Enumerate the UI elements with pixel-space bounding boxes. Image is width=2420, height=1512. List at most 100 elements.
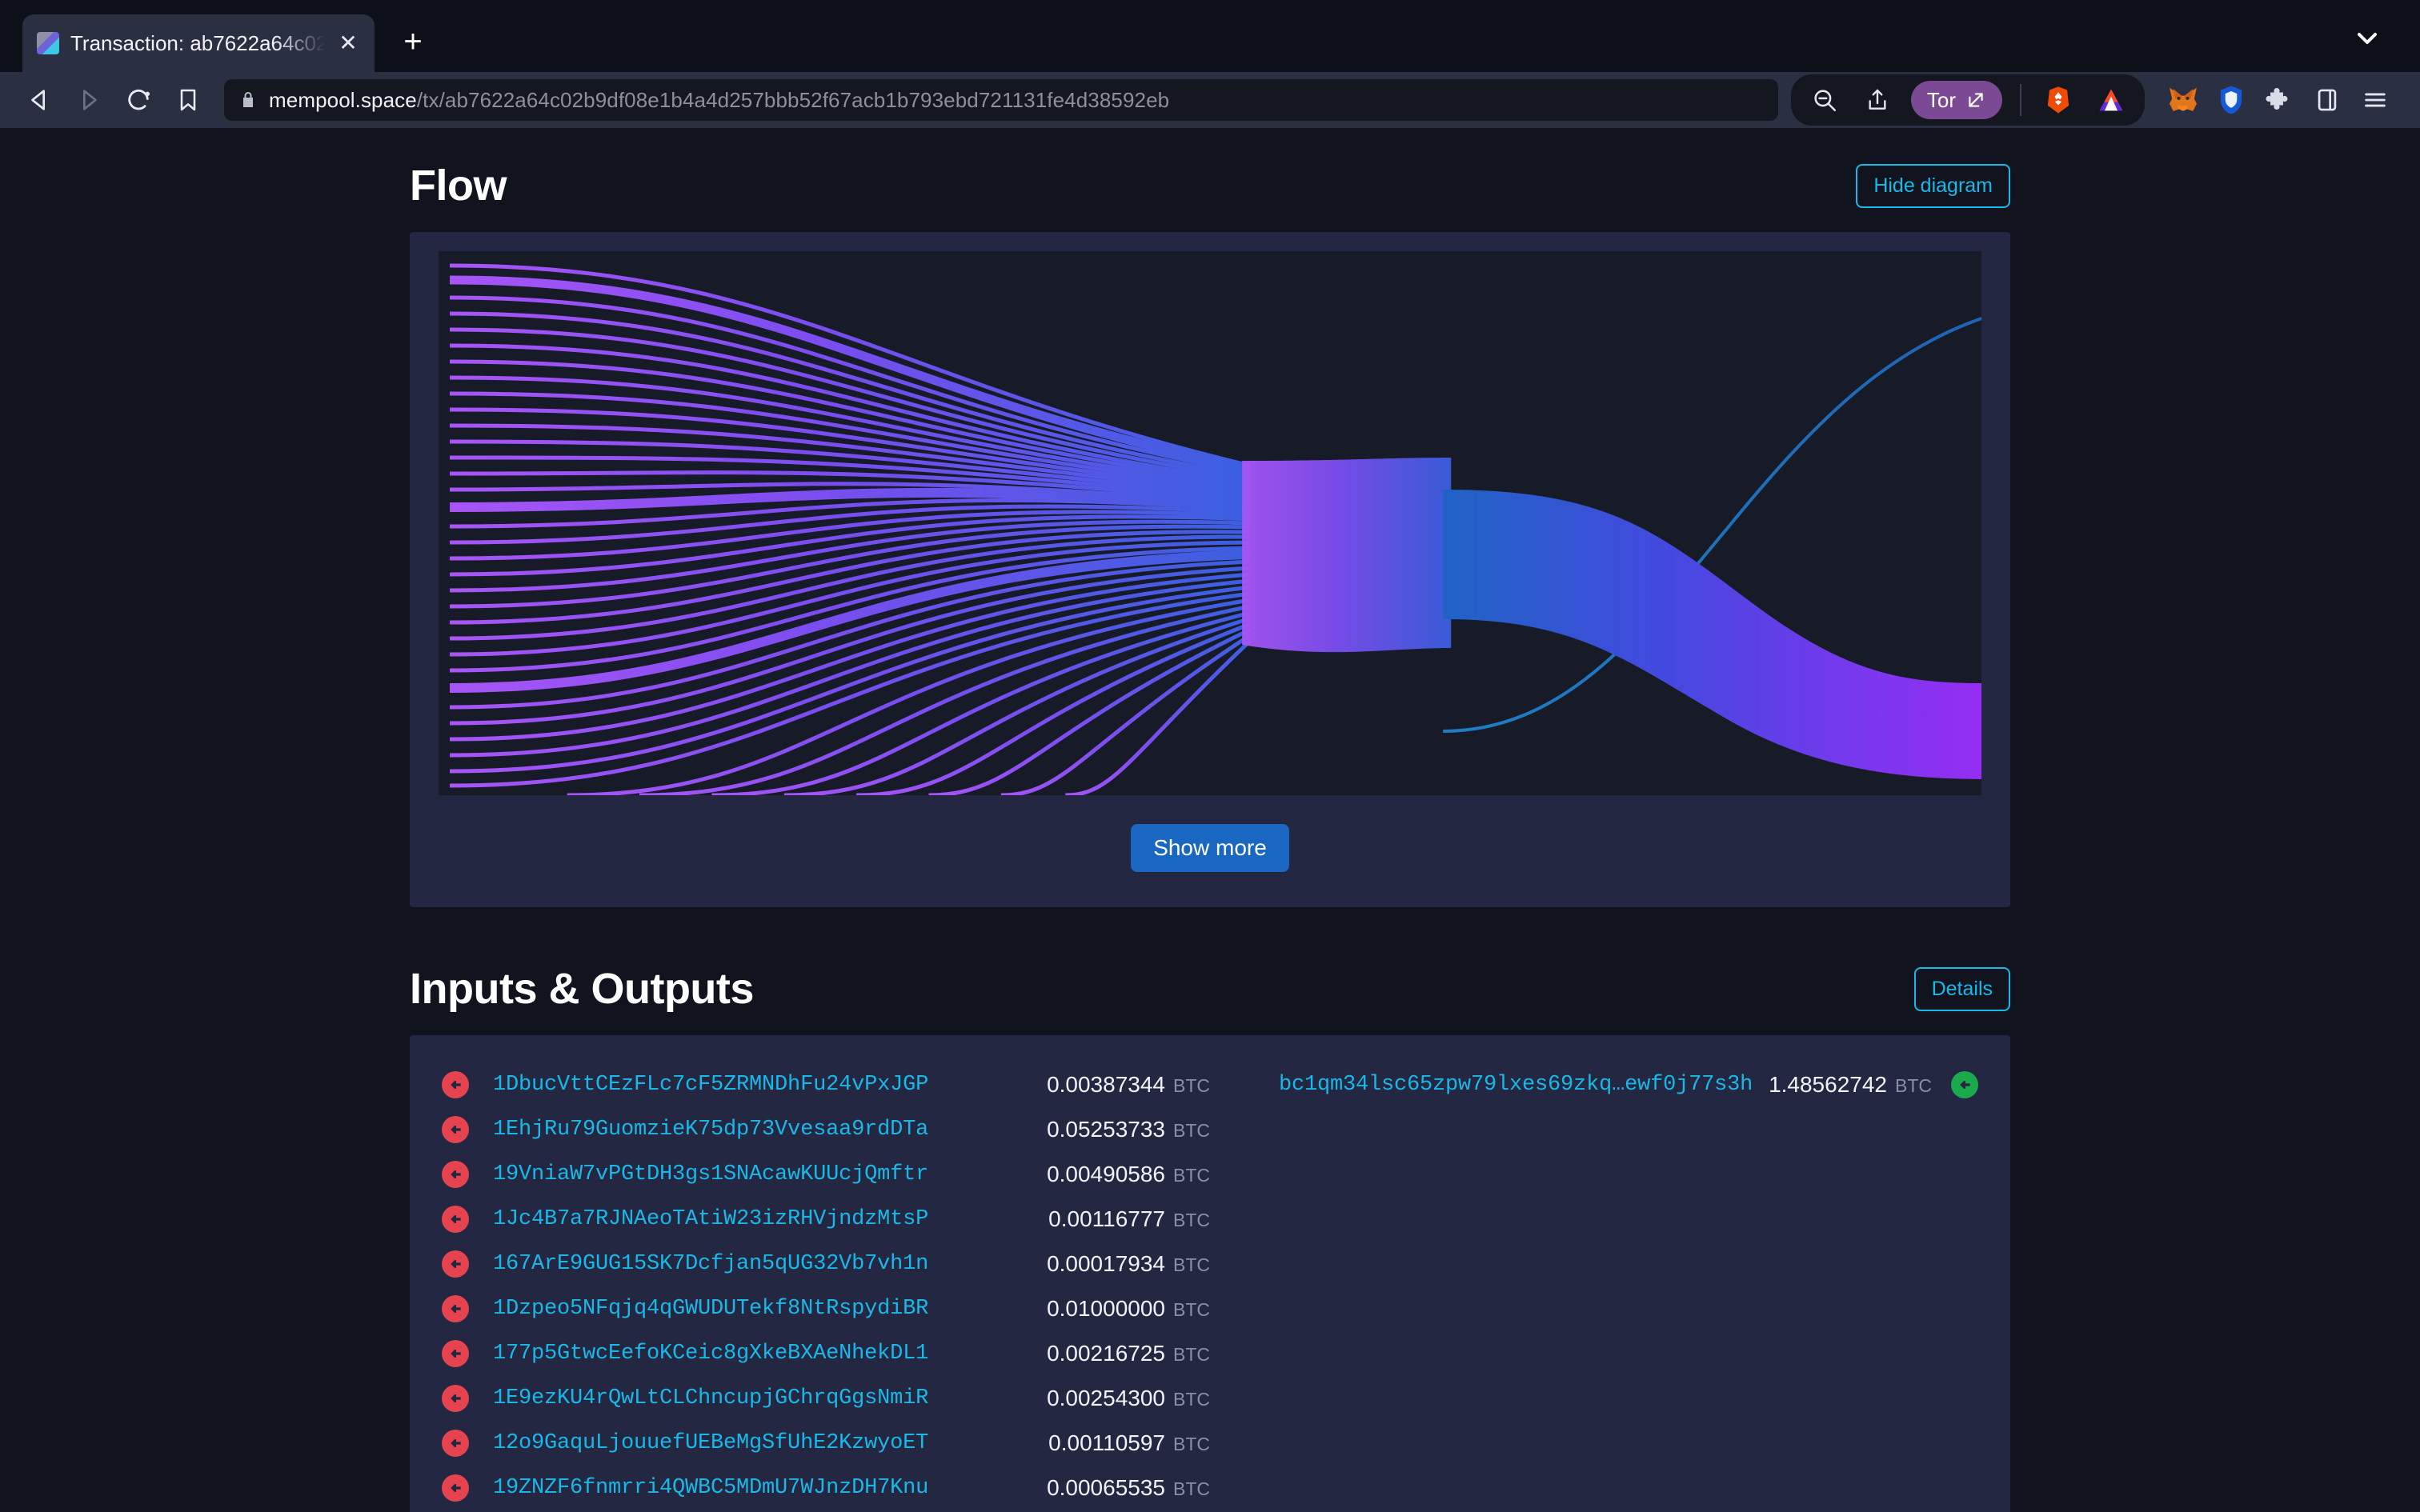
input-amount-cell: 0.00490586 BTC [1047, 1162, 1210, 1187]
hide-diagram-button[interactable]: Hide diagram [1856, 163, 2010, 208]
page-title: Flow [410, 162, 507, 210]
browser-tab[interactable]: Transaction: ab7622a64c02b9d ✕ [22, 14, 375, 72]
sankey-flow-diagram[interactable] [439, 251, 1981, 795]
browser-window: Transaction: ab7622a64c02b9d ✕ + mempool… [0, 0, 2420, 1512]
tab-strip: Transaction: ab7622a64c02b9d ✕ + [0, 0, 2420, 72]
input-arrow-icon [442, 1474, 469, 1502]
metamask-fox-icon[interactable] [2159, 78, 2207, 122]
input-amount-cell: 0.01000000 BTC [1047, 1296, 1210, 1322]
flow-actions: Show more [439, 824, 1981, 872]
currency-unit: BTC [1173, 1434, 1210, 1454]
input-amount: 0.00116777 [1048, 1206, 1165, 1231]
page-content: Flow Hide diagram Show more Inputs & Out… [0, 128, 2420, 1512]
mempool-favicon [37, 32, 59, 54]
tab-title: Transaction: ab7622a64c02b9d [70, 30, 325, 55]
show-more-button[interactable]: Show more [1131, 824, 1289, 872]
table-row[interactable]: 1E9ezKU4rQwLtCLChncupjGChrqGgsNmiR 0.002… [442, 1376, 1210, 1421]
input-address[interactable]: 1E9ezKU4rQwLtCLChncupjGChrqGgsNmiR [493, 1386, 928, 1410]
sidebar-panel-icon[interactable] [2303, 78, 2351, 122]
share-icon[interactable] [1853, 78, 1901, 122]
currency-unit: BTC [1173, 1299, 1210, 1320]
table-row[interactable]: 167ArE9GUG15SK7Dcfjan5qUG32Vb7vh1n 0.000… [442, 1242, 1210, 1286]
input-amount: 0.00490586 [1047, 1162, 1165, 1186]
input-amount: 0.00110597 [1048, 1430, 1165, 1455]
output-address[interactable]: bc1qm34lsc65zpw79lxes69zkq…ewf0j77s3h [1279, 1073, 1753, 1097]
input-amount: 0.00017934 [1047, 1251, 1165, 1276]
input-address[interactable]: 167ArE9GUG15SK7Dcfjan5qUG32Vb7vh1n [493, 1252, 928, 1276]
details-button[interactable]: Details [1913, 966, 2010, 1011]
chevron-down-icon[interactable] [2351, 22, 2383, 54]
input-amount-cell: 0.00116777 BTC [1048, 1206, 1210, 1232]
input-arrow-icon [442, 1385, 469, 1412]
currency-unit: BTC [1173, 1165, 1210, 1186]
input-address[interactable]: 1EhjRu79GuomzieK75dp73Vvesaa9rdDTa [493, 1118, 928, 1142]
input-arrow-icon [442, 1071, 469, 1098]
inputs-outputs-panel: 1DbucVttCEzFLc7cF5ZRMNDhFu24vPxJGP 0.003… [410, 1035, 2010, 1512]
external-link-icon [1965, 90, 1986, 110]
lock-icon [238, 90, 258, 110]
url-host: mempool.space [269, 87, 417, 112]
output-arrow-icon [1951, 1071, 1978, 1098]
zoom-out-icon[interactable] [1801, 78, 1849, 122]
table-row[interactable]: 1Dzpeo5NFqjq4qGWUDUTekf8NtRspydiBR 0.010… [442, 1286, 1210, 1331]
currency-unit: BTC [1173, 1075, 1210, 1096]
back-arrow-icon[interactable] [14, 79, 64, 121]
input-address[interactable]: 1DbucVttCEzFLc7cF5ZRMNDhFu24vPxJGP [493, 1073, 928, 1097]
toolbar-divider [2020, 84, 2021, 116]
table-row[interactable]: 1Jc4B7a7RJNAeoTAtiW23izRHVjndzMtsP 0.001… [442, 1197, 1210, 1242]
input-address[interactable]: 1Jc4B7a7RJNAeoTAtiW23izRHVjndzMtsP [493, 1207, 928, 1231]
table-row[interactable]: 19ZNZF6fnmrri4QWBC5MDmU7WJnzDH7Knu 0.000… [442, 1466, 1210, 1510]
input-address[interactable]: 12o9GaquLjouuefUEBeMgSfUhE2KzwyoET [493, 1431, 928, 1455]
input-amount: 0.00065535 [1047, 1475, 1165, 1500]
brave-lion-icon[interactable] [2034, 78, 2082, 122]
address-bar[interactable]: mempool.space/tx/ab7622a64c02b9df08e1b4a… [224, 79, 1778, 121]
input-address[interactable]: 19VniaW7vPGtDH3gs1SNAcawKUUcjQmftr [493, 1162, 928, 1186]
bookmark-icon[interactable] [163, 79, 213, 121]
input-amount-cell: 0.00110597 BTC [1048, 1430, 1210, 1456]
table-row[interactable]: 12o9GaquLjouuefUEBeMgSfUhE2KzwyoET 0.001… [442, 1421, 1210, 1466]
input-arrow-icon [442, 1116, 469, 1143]
input-amount-cell: 0.00216725 BTC [1047, 1341, 1210, 1366]
shield-icon[interactable] [2207, 78, 2255, 122]
currency-unit: BTC [1895, 1075, 1932, 1096]
input-arrow-icon [442, 1161, 469, 1188]
bat-triangle-icon[interactable] [2087, 78, 2135, 122]
input-amount-cell: 0.00387344 BTC [1047, 1072, 1210, 1098]
input-amount: 0.00254300 [1047, 1386, 1165, 1410]
outputs-column: bc1qm34lsc65zpw79lxes69zkq…ewf0j77s3h 1.… [1210, 1062, 1978, 1510]
hamburger-menu-icon[interactable] [2351, 78, 2399, 122]
input-address[interactable]: 1Dzpeo5NFqjq4qGWUDUTekf8NtRspydiBR [493, 1297, 928, 1321]
output-amount: 1.48562742 [1769, 1072, 1887, 1097]
tor-button[interactable]: Tor [1910, 81, 2002, 119]
url-path: /tx/ab7622a64c02b9df08e1b4a4d257bbb52f67… [416, 87, 1170, 112]
output-amount-cell: 1.48562742 BTC [1769, 1072, 1932, 1098]
io-section-header: Inputs & Outputs Details [410, 950, 2010, 1027]
table-row[interactable]: bc1qm34lsc65zpw79lxes69zkq…ewf0j77s3h 1.… [1279, 1062, 1978, 1107]
close-icon[interactable]: ✕ [336, 32, 360, 54]
input-amount: 0.05253733 [1047, 1117, 1165, 1142]
table-row[interactable]: 1EhjRu79GuomzieK75dp73Vvesaa9rdDTa 0.052… [442, 1107, 1210, 1152]
puzzle-piece-icon[interactable] [2255, 78, 2303, 122]
table-row[interactable]: 177p5GtwcEefoKCeic8gXkeBXAeNhekDL1 0.002… [442, 1331, 1210, 1376]
input-amount-cell: 0.00065535 BTC [1047, 1475, 1210, 1501]
input-arrow-icon [442, 1430, 469, 1457]
table-row[interactable]: 1DbucVttCEzFLc7cF5ZRMNDhFu24vPxJGP 0.003… [442, 1062, 1210, 1107]
currency-unit: BTC [1173, 1254, 1210, 1275]
forward-arrow-icon [64, 79, 114, 121]
input-arrow-icon [442, 1206, 469, 1233]
input-address[interactable]: 19ZNZF6fnmrri4QWBC5MDmU7WJnzDH7Knu [493, 1476, 928, 1500]
table-row[interactable]: 19VniaW7vPGtDH3gs1SNAcawKUUcjQmftr 0.004… [442, 1152, 1210, 1197]
flow-section-header: Flow Hide diagram [410, 147, 2010, 224]
input-amount-cell: 0.00254300 BTC [1047, 1386, 1210, 1411]
currency-unit: BTC [1173, 1120, 1210, 1141]
input-arrow-icon [442, 1340, 469, 1367]
input-amount: 0.00216725 [1047, 1341, 1165, 1366]
currency-unit: BTC [1173, 1389, 1210, 1410]
input-address[interactable]: 177p5GtwcEefoKCeic8gXkeBXAeNhekDL1 [493, 1342, 928, 1366]
browser-toolbar: mempool.space/tx/ab7622a64c02b9df08e1b4a… [0, 72, 2420, 128]
input-amount-cell: 0.00017934 BTC [1047, 1251, 1210, 1277]
new-tab-button[interactable]: + [394, 26, 432, 58]
reload-icon[interactable] [114, 79, 163, 121]
tor-label: Tor [1926, 87, 1956, 112]
currency-unit: BTC [1173, 1478, 1210, 1499]
